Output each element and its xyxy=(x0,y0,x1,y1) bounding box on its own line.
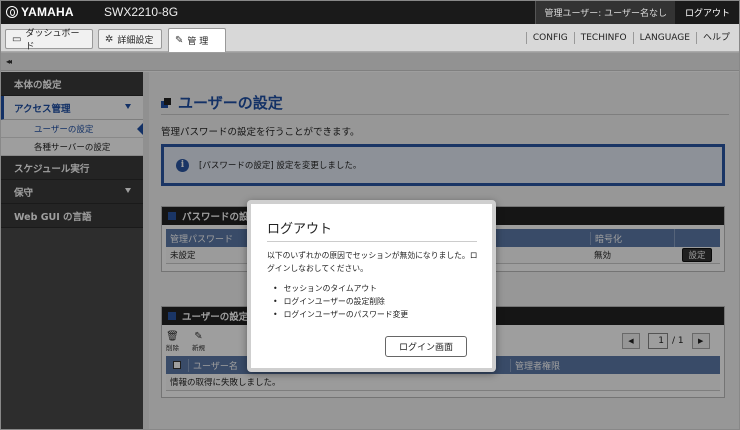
current-user: 管理ユーザー: ユーザー名なし xyxy=(535,0,675,24)
list-item: ログインユーザーのパスワード変更 xyxy=(273,308,409,321)
menu-help[interactable]: ヘルプ xyxy=(695,32,740,44)
dialog-reason-list: セッションのタイムアウト ログインユーザーの設定削除 ログインユーザーのパスワー… xyxy=(273,282,409,321)
tab-management[interactable]: ✎ 管 理 xyxy=(168,28,226,52)
brand-logo: YAMAHA xyxy=(0,5,104,19)
tab-detail-settings[interactable]: ✲ 詳細設定 xyxy=(98,29,162,49)
dialog-divider xyxy=(267,241,477,242)
logout-link[interactable]: ログアウト xyxy=(675,0,740,24)
tab-dashboard[interactable]: ▭ ダッシュボード xyxy=(5,29,93,52)
wrench-icon: ✎ xyxy=(175,35,184,46)
model-name: SWX2210-8G xyxy=(104,5,179,19)
tab-dashboard-label: ダッシュボード xyxy=(25,29,80,52)
main-tab-bar: ▭ ダッシュボード ✲ 詳細設定 ✎ 管 理 CONFIG TECHINFO L… xyxy=(0,24,740,52)
dialog-title: ログアウト xyxy=(267,222,333,237)
list-item: セッションのタイムアウト xyxy=(273,282,408,295)
top-header: YAMAHA SWX2210-8G 管理ユーザー: ユーザー名なし ログアウト xyxy=(0,0,740,24)
menu-techinfo[interactable]: TECHINFO xyxy=(573,32,633,44)
gear-icon: ✲ xyxy=(105,33,114,45)
yamaha-logo-icon xyxy=(6,6,18,18)
dialog-message: 以下のいずれかの原因でセッションが無効になりました。ログインしなおしてください。 xyxy=(267,251,478,273)
menu-language[interactable]: LANGUAGE xyxy=(632,32,696,44)
top-menu: CONFIG TECHINFO LANGUAGE ヘルプ xyxy=(525,24,740,52)
logout-dialog: ログアウト 以下のいずれかの原因でセッションが無効になりました。ログインしなおし… xyxy=(247,200,496,372)
menu-config[interactable]: CONFIG xyxy=(525,32,574,44)
tab-management-label: 管 理 xyxy=(187,37,209,47)
login-screen-button[interactable]: ログイン画面 xyxy=(385,336,467,357)
list-item: ログインユーザーの設定削除 xyxy=(273,295,408,308)
tab-detail-settings-label: 詳細設定 xyxy=(117,35,154,46)
dashboard-icon: ▭ xyxy=(12,33,22,45)
brand-name: YAMAHA xyxy=(21,5,74,19)
